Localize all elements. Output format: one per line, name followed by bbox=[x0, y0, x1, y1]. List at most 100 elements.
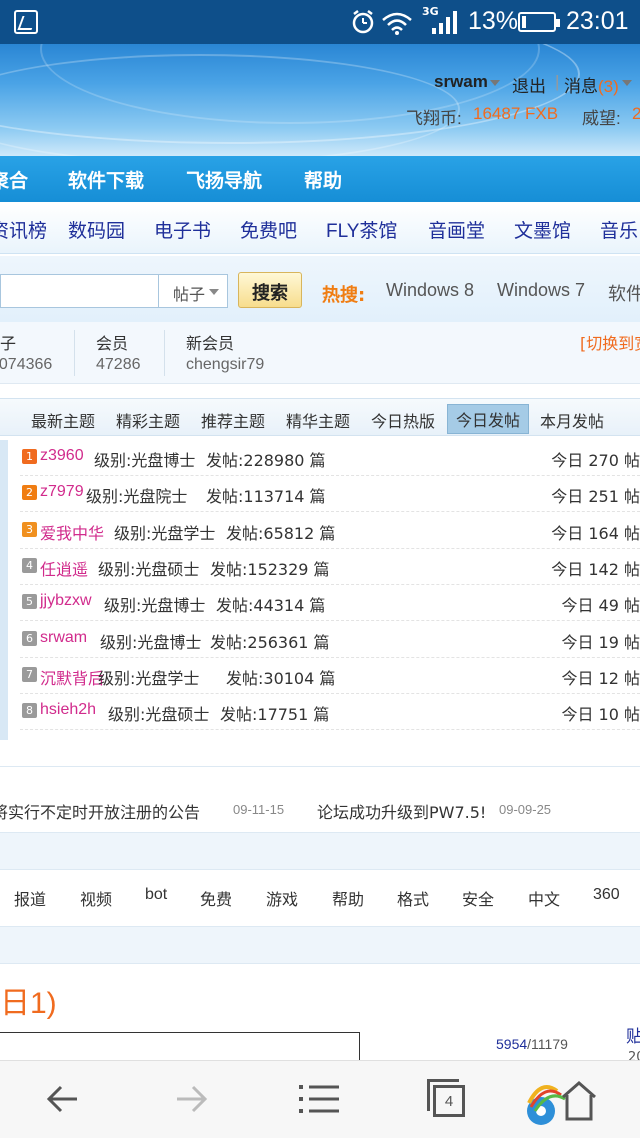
post-count: /11179 bbox=[527, 1036, 568, 1052]
mainnav-item-software[interactable]: 软件下载 bbox=[68, 166, 144, 193]
wifi-icon bbox=[382, 12, 412, 35]
poster-ranking-list: 1 z3960 级别:光盘博士 发帖:228980 篇今日 270 帖 2 z7979 级别… bbox=[0, 440, 640, 740]
subnav-item-ebook[interactable]: 电子书 bbox=[154, 216, 211, 243]
subnav-item-free[interactable]: 免费吧 bbox=[240, 216, 297, 243]
user-link[interactable]: srwam bbox=[40, 629, 87, 647]
user-total-posts: 发帖:152329 篇 bbox=[210, 559, 330, 579]
tab-month-posts[interactable]: 本月发帖 bbox=[540, 408, 604, 432]
tabs-button[interactable]: 4 bbox=[402, 1060, 492, 1138]
tab-essence[interactable]: 精华主题 bbox=[286, 408, 350, 432]
user-link[interactable]: 任逍遥 bbox=[40, 556, 88, 580]
tag-link[interactable]: 报道 bbox=[14, 886, 46, 910]
user-link[interactable]: hsieh2h bbox=[40, 701, 96, 719]
switch-layout-link[interactable]: [切换到宽 bbox=[580, 330, 640, 354]
tab-wonderful[interactable]: 精彩主题 bbox=[116, 408, 180, 432]
subnav-item-music[interactable]: 音乐 bbox=[600, 216, 638, 243]
menu-button[interactable] bbox=[274, 1060, 364, 1138]
tag-link[interactable]: 360 bbox=[593, 886, 620, 904]
tag-link[interactable]: bot bbox=[145, 886, 167, 904]
user-link[interactable]: z3960 bbox=[40, 447, 84, 465]
tab-recommended[interactable]: 推荐主题 bbox=[201, 408, 265, 432]
today-post-count: 今日 251 帖 bbox=[551, 487, 640, 507]
tag-link[interactable]: 游戏 bbox=[266, 886, 298, 910]
chevron-down-icon[interactable] bbox=[490, 80, 500, 86]
user-level: 级别:光盘院士 bbox=[86, 487, 188, 507]
search-button[interactable]: 搜索 bbox=[238, 272, 302, 308]
divider bbox=[0, 766, 640, 770]
user-level: 级别:光盘硕士 bbox=[108, 705, 210, 725]
edge-link[interactable]: 贴 bbox=[626, 1022, 640, 1047]
messages-link[interactable]: 消息(3) bbox=[564, 72, 619, 97]
announcement-date: 09-11-15 bbox=[233, 802, 285, 817]
user-link[interactable]: z7979 bbox=[40, 483, 84, 501]
search-input[interactable] bbox=[0, 274, 160, 308]
newmember-value[interactable]: chengsir79 bbox=[186, 356, 264, 374]
subnav-item-teahouse[interactable]: FLY茶馆 bbox=[326, 216, 397, 243]
tag-link[interactable]: 中文 bbox=[528, 886, 560, 910]
divider bbox=[74, 330, 75, 376]
user-total-posts: 发帖:44314 篇 bbox=[216, 596, 326, 616]
hot-search-item[interactable]: Windows 7 bbox=[497, 280, 585, 301]
tag-link[interactable]: 格式 bbox=[397, 886, 429, 910]
forward-button[interactable] bbox=[146, 1060, 236, 1138]
user-link[interactable]: 爱我中华 bbox=[40, 520, 104, 544]
user-link[interactable]: jjybzxw bbox=[40, 592, 92, 610]
messages-count: (3) bbox=[598, 77, 619, 96]
tag-link[interactable]: 安全 bbox=[462, 886, 494, 910]
today-post-count: 今日 12 帖 bbox=[561, 668, 640, 688]
announcement-link[interactable]: 将实行不定时开放注册的公告 bbox=[0, 799, 200, 823]
list-item: 4 任逍遥 级别:光盘硕士 发帖:152329 篇 今日 142 帖 bbox=[20, 549, 640, 585]
status-bar: 3G 13% 23:01 bbox=[0, 0, 640, 44]
user-total-posts: 发帖:256361 篇 bbox=[210, 632, 330, 652]
tag-link[interactable]: 帮助 bbox=[332, 886, 364, 910]
menu-icon bbox=[299, 1085, 339, 1113]
hot-search-item[interactable]: 软件 bbox=[608, 280, 640, 306]
rank-badge: 6 bbox=[22, 630, 37, 646]
logout-link[interactable]: 退出 bbox=[512, 72, 546, 97]
subnav-item-news[interactable]: 资讯榜 bbox=[0, 216, 47, 243]
main-nav: 聚合 软件下载 飞扬导航 帮助 bbox=[0, 156, 640, 202]
user-level: 级别:光盘学士 bbox=[114, 523, 216, 543]
subnav-item-literature[interactable]: 文墨馆 bbox=[514, 216, 571, 243]
search-scope-value: 帖子 bbox=[173, 285, 206, 304]
chevron-down-icon[interactable] bbox=[622, 80, 632, 86]
back-button[interactable] bbox=[18, 1060, 108, 1138]
hot-search-label: 热搜: bbox=[322, 285, 366, 306]
subnav-item-digital[interactable]: 数码园 bbox=[68, 216, 125, 243]
mainnav-item-help[interactable]: 帮助 bbox=[304, 166, 342, 193]
today-post-count: 今日 270 帖 bbox=[551, 451, 640, 470]
forum-stats: 帖子 1074366 会员 47286 新会员 chengsir79 [切换到宽 bbox=[0, 322, 640, 384]
announcement-link[interactable]: 论坛成功升级到PW7.5! bbox=[317, 799, 486, 823]
prestige-label: 威望: bbox=[582, 109, 621, 128]
members-label: 会员 bbox=[96, 334, 129, 353]
username-link[interactable]: srwam bbox=[434, 72, 488, 92]
user-link[interactable]: 沉默背后 bbox=[40, 665, 104, 689]
rank-badge: 3 bbox=[22, 521, 37, 537]
topic-post-count: 5954/11179 bbox=[496, 1036, 568, 1052]
user-level: 级别:光盘博士 bbox=[100, 632, 202, 652]
search-scope-select[interactable]: 帖子 bbox=[158, 274, 228, 308]
mainnav-item-navigation[interactable]: 飞扬导航 bbox=[186, 166, 262, 193]
posts-label: 帖子 bbox=[0, 334, 17, 353]
tab-today-hot[interactable]: 今日热版 bbox=[371, 408, 435, 432]
rank-badge: 2 bbox=[22, 485, 37, 501]
coin-label: 飞翔币: bbox=[406, 109, 462, 128]
tab-today-posts[interactable]: 今日发帖 bbox=[447, 404, 530, 434]
tag-link[interactable]: 视频 bbox=[80, 886, 112, 910]
rank-badge: 4 bbox=[22, 557, 37, 573]
tab-latest[interactable]: 最新主题 bbox=[31, 408, 95, 432]
screen: 3G 13% 23:01 srwam 退出 | 消息(3) 飞翔币: 16487… bbox=[0, 0, 640, 1138]
clock-time: 23:01 bbox=[566, 7, 629, 35]
search-row: 帖子 搜索 热搜: Windows 8 Windows 7 软件 bbox=[0, 256, 640, 322]
mainnav-item-aggregate[interactable]: 聚合 bbox=[0, 166, 28, 193]
hot-search-item[interactable]: Windows 8 bbox=[386, 280, 474, 301]
home-button[interactable] bbox=[516, 1060, 606, 1138]
subnav-item-media[interactable]: 音画堂 bbox=[428, 216, 485, 243]
arrow-left-icon bbox=[46, 1085, 77, 1113]
signal-icon bbox=[432, 11, 457, 34]
user-total-posts: 发帖:17751 篇 bbox=[220, 705, 330, 725]
messages-label: 消息 bbox=[564, 77, 598, 96]
tag-link[interactable]: 免费 bbox=[200, 886, 232, 910]
tabs-icon: 4 bbox=[427, 1079, 467, 1119]
battery-icon bbox=[518, 12, 560, 32]
